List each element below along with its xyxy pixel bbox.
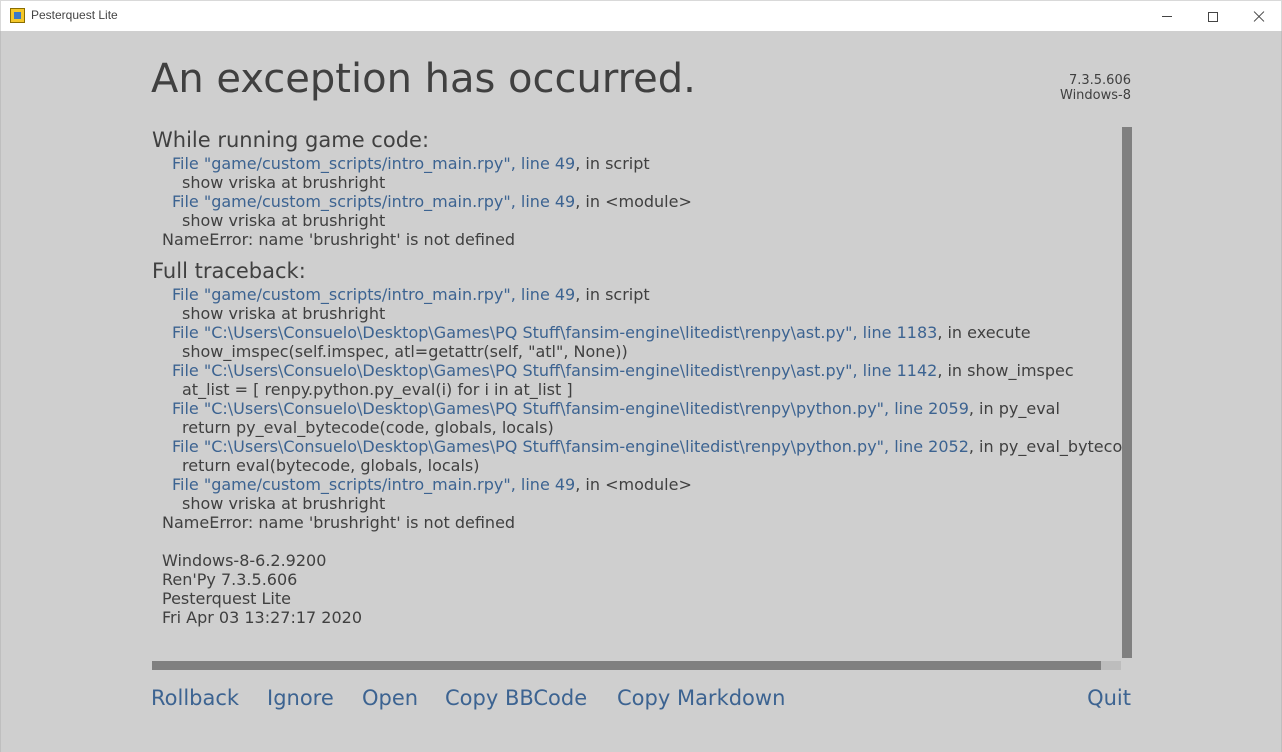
app-icon	[10, 8, 25, 23]
system-info-line: Pesterquest Lite	[162, 589, 291, 608]
copy-markdown-button[interactable]: Copy Markdown	[617, 686, 785, 710]
system-info-line: Fri Apr 03 13:27:17 2020	[162, 608, 363, 627]
traceback-code-line: show vriska at brushright	[182, 173, 386, 192]
system-info-line: Windows-8-6.2.9200	[162, 551, 327, 570]
traceback-function: , in script	[575, 154, 650, 173]
traceback-file-line: File "C:\Users\Consuelo\Desktop\Games\PQ…	[152, 437, 1123, 456]
vertical-scrollbar[interactable]	[1122, 127, 1132, 658]
traceback-file-line: File "game/custom_scripts/intro_main.rpy…	[152, 285, 1123, 304]
system-info: Windows-8-6.2.9200 Ren'Py 7.3.5.606 Pester…	[152, 551, 1123, 627]
minimize-button[interactable]	[1144, 1, 1190, 32]
full-traceback-title: Full traceback:	[152, 259, 306, 283]
traceback-code-line: return eval(bytecode, globals, locals)	[182, 456, 480, 475]
traceback-function: , in <module>	[575, 475, 692, 494]
traceback-function: , in py_eval	[968, 399, 1060, 418]
page-title: An exception has occurred.	[151, 56, 696, 102]
traceback-code-line: show_imspec(self.imspec, atl=getattr(sel…	[182, 342, 628, 361]
window-titlebar: Pesterquest Lite	[0, 0, 1282, 31]
traceback-file-link[interactable]: File "C:\Users\Consuelo\Desktop\Games\PQ…	[172, 399, 969, 418]
short-traceback-frames: File "game/custom_scripts/intro_main.rpy…	[152, 154, 1123, 230]
traceback-code-line: show vriska at brushright	[182, 494, 386, 513]
short-traceback-title: While running game code:	[152, 128, 430, 152]
window-title: Pesterquest Lite	[31, 8, 118, 22]
rollback-button[interactable]: Rollback	[151, 686, 239, 710]
traceback-function: , in show_imspec	[937, 361, 1074, 380]
traceback-file-link[interactable]: File "C:\Users\Consuelo\Desktop\Games\PQ…	[172, 437, 969, 456]
vertical-scrollbar-thumb[interactable]	[1122, 127, 1132, 658]
traceback-viewport[interactable]: While running game code: File "game/cust…	[152, 127, 1123, 658]
maximize-icon	[1208, 11, 1218, 22]
traceback-file-link[interactable]: File "C:\Users\Consuelo\Desktop\Games\PQ…	[172, 323, 937, 342]
traceback-file-link[interactable]: File "game/custom_scripts/intro_main.rpy…	[172, 154, 575, 173]
traceback-file-link[interactable]: File "game/custom_scripts/intro_main.rpy…	[172, 475, 575, 494]
traceback-file-line: File "game/custom_scripts/intro_main.rpy…	[152, 475, 1123, 494]
traceback-file-link[interactable]: File "game/custom_scripts/intro_main.rpy…	[172, 285, 575, 304]
version-number: 7.3.5.606	[1068, 73, 1131, 88]
platform-name: Windows-8	[1060, 88, 1131, 103]
traceback-file-line: File "game/custom_scripts/intro_main.rpy…	[152, 154, 1123, 173]
traceback-file-line: File "C:\Users\Consuelo\Desktop\Games\PQ…	[152, 361, 1123, 380]
traceback-file-link[interactable]: File "game/custom_scripts/intro_main.rpy…	[172, 192, 575, 211]
traceback-file-line: File "game/custom_scripts/intro_main.rpy…	[152, 192, 1123, 211]
traceback-code-line: return py_eval_bytecode(code, globals, l…	[182, 418, 554, 437]
horizontal-scrollbar[interactable]	[152, 661, 1121, 670]
traceback-code-line: show vriska at brushright	[182, 304, 386, 323]
maximize-button[interactable]	[1190, 1, 1236, 32]
open-button[interactable]: Open	[362, 686, 418, 710]
system-info-line: Ren'Py 7.3.5.606	[162, 570, 298, 589]
short-traceback-error: NameError: name 'brushright' is not defi…	[162, 230, 516, 249]
traceback-function: , in py_eval_bytecode	[968, 437, 1123, 456]
traceback-code-line: at_list = [ renpy.python.py_eval(i) for …	[182, 380, 573, 399]
traceback-code-line: show vriska at brushright	[182, 211, 386, 230]
traceback-file-link[interactable]: File "C:\Users\Consuelo\Desktop\Games\PQ…	[172, 361, 937, 380]
copy-bbcode-button[interactable]: Copy BBCode	[445, 686, 587, 710]
traceback-function: , in script	[575, 285, 650, 304]
ignore-button[interactable]: Ignore	[267, 686, 334, 710]
minimize-icon	[1162, 16, 1172, 17]
quit-button[interactable]: Quit	[1087, 686, 1131, 710]
exception-screen: An exception has occurred. 7.3.5.606 Win…	[0, 31, 1282, 752]
horizontal-scrollbar-thumb[interactable]	[152, 661, 1101, 670]
traceback-file-line: File "C:\Users\Consuelo\Desktop\Games\PQ…	[152, 399, 1123, 418]
traceback-file-line: File "C:\Users\Consuelo\Desktop\Games\PQ…	[152, 323, 1123, 342]
full-traceback-frames: File "game/custom_scripts/intro_main.rpy…	[152, 285, 1123, 513]
version-info: 7.3.5.606 Windows-8	[1060, 73, 1131, 103]
close-icon	[1253, 11, 1265, 23]
traceback-function: , in <module>	[575, 192, 692, 211]
traceback-function: , in execute	[937, 323, 1031, 342]
full-traceback-error: NameError: name 'brushright' is not defi…	[162, 513, 516, 532]
close-button[interactable]	[1236, 1, 1282, 32]
